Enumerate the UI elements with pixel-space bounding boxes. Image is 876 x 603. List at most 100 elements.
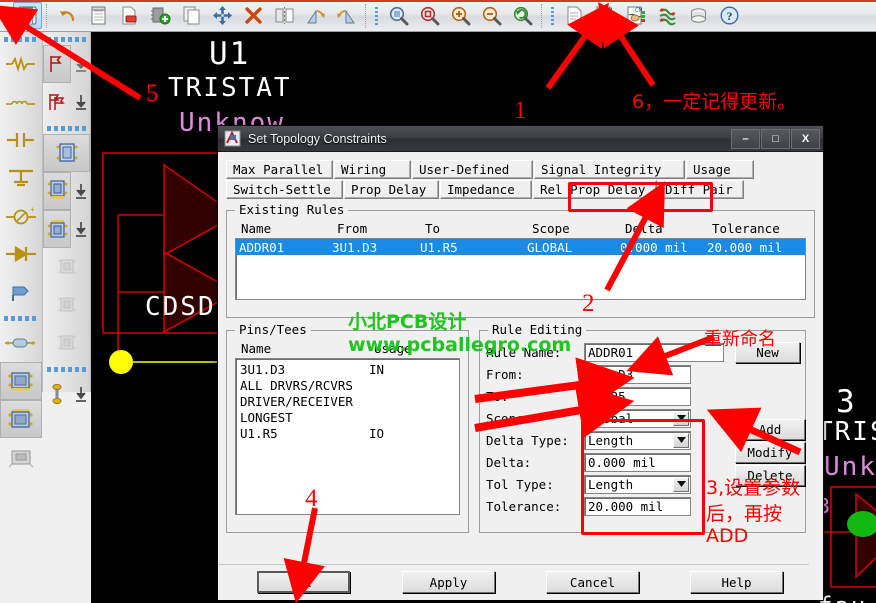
diode-icon[interactable] [0,235,42,273]
tab-user-defined[interactable]: User-Defined [412,160,533,179]
disabled-c-icon [43,324,90,362]
list-item[interactable]: DRIVER/RECEIVER [236,393,459,409]
table-row[interactable]: ADDR01 3U1.D3 U1.R5 GLOBAL 0.000 mil 20.… [236,239,805,255]
apply-button[interactable]: Apply [402,571,495,593]
net-schedule-icon[interactable] [653,2,682,29]
device-icon[interactable] [43,134,90,172]
spool-icon[interactable] [684,2,713,29]
flag-multi-icon[interactable] [43,83,71,121]
transmission-line-icon[interactable] [0,324,42,362]
device-b-down-icon[interactable] [71,210,90,248]
tab-prop-delay[interactable]: Prop Delay [344,180,439,199]
from-input[interactable]: 3U1.D3 [584,364,691,384]
main-toolbar[interactable]: CM CM ? [0,0,876,32]
update-constraints-icon[interactable]: CM [622,2,651,29]
mirror-icon[interactable] [270,2,299,29]
toolbar-grip-2[interactable] [374,4,381,27]
zoom-previous-icon[interactable] [508,2,537,29]
tab-usage[interactable]: Usage [686,160,754,179]
copy-icon[interactable] [177,2,206,29]
notepad-icon[interactable] [84,2,113,29]
chevron-down-icon[interactable] [673,476,689,492]
tab-rel-prop-delay[interactable]: Rel Prop Delay [533,180,657,199]
resistor-icon[interactable] [0,45,42,83]
save-icon[interactable] [13,2,42,29]
tab-signal-integrity[interactable]: Signal Integrity [534,160,685,179]
toolbar-grip-3[interactable] [550,4,557,27]
tolerance-input[interactable]: 20.000 mil [584,496,691,516]
help-icon[interactable]: ? [715,2,744,29]
dialog-titlebar[interactable]: Set Topology Constraints – □ X [218,126,823,152]
pins-tees-list[interactable]: 3U1.D3 IN ALL DRVRS/RCVRS DRIVER/RECEIVE… [235,358,460,515]
delete-x-icon[interactable] [239,2,268,29]
to-input[interactable]: U1.R5 [584,386,691,406]
capacitor-icon[interactable] [0,121,42,159]
list-item[interactable]: ALL DRVRS/RCVRS [236,377,459,393]
tab-max-parallel[interactable]: Max Parallel [226,160,333,179]
toolbar-grip-1[interactable] [3,4,10,27]
maximize-button[interactable]: □ [761,128,790,149]
rule-name-input[interactable]: ADDR01 [584,342,724,362]
connector-icon[interactable] [0,438,42,476]
tab-switch-settle[interactable]: Switch-Settle [226,180,343,199]
via-down-icon[interactable] [71,375,90,413]
tab-row-1[interactable]: Max Parallel Wiring User-Defined Signal … [226,160,815,179]
list-item[interactable]: 3U1.D3 IN [236,361,459,377]
left-toolbar-flags[interactable] [43,32,91,405]
annotation-rename: 重新命名 [704,329,776,350]
add-component-icon[interactable] [146,2,175,29]
device-a-icon[interactable] [43,172,71,210]
list-item[interactable]: U1.R5 IO [236,425,459,441]
via-icon[interactable] [43,375,71,413]
cancel-button[interactable]: Cancel [546,571,639,593]
delete-page-icon[interactable] [115,2,144,29]
add-button[interactable]: Add [735,419,805,440]
left-toolbar-grip-a1[interactable] [4,35,38,43]
flag-multi-down-icon[interactable] [71,83,90,121]
window-buttons[interactable]: – □ X [730,128,823,150]
zoom-out-icon[interactable] [477,2,506,29]
chevron-down-icon[interactable] [673,410,689,426]
rotate-right-icon[interactable] [332,2,361,29]
ok-button[interactable]: OK [257,571,350,593]
flag-down-icon[interactable] [71,45,90,83]
tab-row-2[interactable]: Switch-Settle Prop Delay Impedance Rel P… [226,180,815,199]
ground-icon[interactable] [0,159,42,197]
tol-type-select[interactable]: Length [584,474,691,494]
constraint-manager-icon[interactable]: CM [591,2,620,29]
report-icon[interactable] [560,2,589,29]
ic-package-icon[interactable] [0,362,42,400]
zoom-in-icon[interactable] [446,2,475,29]
delta-type-select[interactable]: Length [584,430,691,450]
inductor-icon[interactable] [0,83,42,121]
tab-impedance[interactable]: Impedance [440,180,532,199]
delta-input[interactable]: 0.000 mil [584,452,691,472]
device-a-down-icon[interactable] [71,172,90,210]
close-button[interactable]: X [791,128,820,149]
existing-rules-list[interactable]: ADDR01 3U1.D3 U1.R5 GLOBAL 0.000 mil 20.… [235,238,806,300]
zoom-region-icon[interactable] [415,2,444,29]
source-icon[interactable]: + [0,197,42,235]
flag-icon[interactable] [43,45,71,83]
modify-button[interactable]: Modify [735,442,805,463]
left-toolbar-grip-b2[interactable] [47,124,86,132]
tab-wiring[interactable]: Wiring [334,160,411,179]
tab-diff-pair[interactable]: Diff Pair [658,180,744,199]
annotation-2: 2 [582,290,595,317]
move-icon[interactable] [208,2,237,29]
left-toolbar-grip-b1[interactable] [47,35,86,43]
left-toolbar-grip-a2[interactable] [4,314,38,322]
list-item[interactable]: LONGEST [236,409,459,425]
zoom-fit-icon[interactable] [384,2,413,29]
probe-icon[interactable] [0,273,42,311]
help-button[interactable]: Help [690,571,783,593]
device-b-icon[interactable] [43,210,71,248]
rotate-left-icon[interactable] [301,2,330,29]
chevron-down-icon[interactable] [673,432,689,448]
undo-icon[interactable] [53,2,82,29]
ic-package-alt-icon[interactable] [0,400,42,438]
minimize-button[interactable]: – [731,128,760,149]
left-toolbar-grip-b3[interactable] [47,365,86,373]
scope-select[interactable]: Global [584,408,691,428]
left-toolbar-components[interactable]: + [0,32,43,468]
